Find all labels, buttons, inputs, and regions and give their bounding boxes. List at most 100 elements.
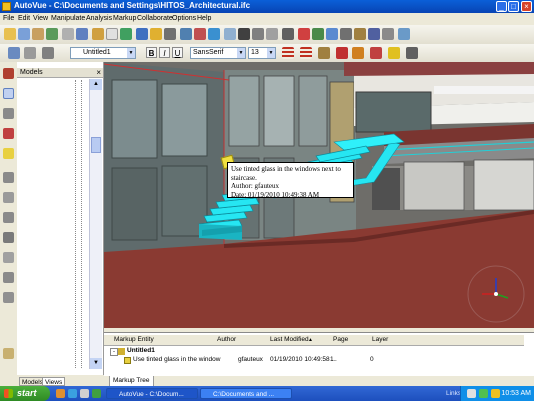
tray-icon[interactable]: [491, 389, 500, 398]
pan-icon[interactable]: [150, 28, 162, 40]
render-icon[interactable]: [312, 28, 324, 40]
rect-tool-icon[interactable]: [3, 172, 14, 183]
col-page[interactable]: Page: [333, 336, 348, 343]
stamp-icon[interactable]: [388, 47, 400, 59]
menu-help[interactable]: Help: [197, 15, 211, 22]
col-layer[interactable]: Layer: [372, 336, 388, 343]
italic-button[interactable]: I: [159, 47, 170, 58]
col-author[interactable]: Author: [217, 336, 236, 343]
zoom-icon[interactable]: [136, 28, 148, 40]
walk-icon[interactable]: [180, 28, 192, 40]
help-icon[interactable]: [398, 28, 410, 40]
line-style-icon[interactable]: [282, 47, 294, 59]
markup-file-dropdown[interactable]: Untitled1 ▼: [70, 47, 136, 59]
col-markup-entity[interactable]: Markup Entity: [114, 336, 154, 343]
ellipse-tool-icon[interactable]: [3, 192, 14, 203]
compare-icon[interactable]: [76, 28, 88, 40]
tray-icon[interactable]: [479, 389, 488, 398]
font-family-dropdown[interactable]: SansSerif ▼: [190, 47, 246, 59]
tray-icon[interactable]: [467, 389, 476, 398]
text-tool-icon[interactable]: [3, 252, 14, 263]
save-markup-icon[interactable]: [8, 47, 20, 59]
markup-icon[interactable]: [92, 28, 104, 40]
color-picker-icon[interactable]: [370, 47, 382, 59]
view-icon[interactable]: [208, 28, 220, 40]
settings-icon[interactable]: [382, 28, 394, 40]
dimension-tool-icon[interactable]: [3, 272, 14, 283]
underline-button[interactable]: U: [172, 47, 183, 58]
close-icon[interactable]: ×: [96, 68, 101, 78]
move-icon[interactable]: [282, 28, 294, 40]
hide-icon[interactable]: [252, 28, 264, 40]
markup-group-label[interactable]: Untitled1: [127, 347, 155, 354]
page-icon[interactable]: [106, 28, 118, 40]
quicklaunch-icon[interactable]: [92, 389, 101, 398]
polyline-tool-icon[interactable]: [3, 212, 14, 223]
menu-manipulate[interactable]: Manipulate: [51, 15, 85, 22]
system-tray: 10:53 AM: [460, 386, 534, 401]
markup-pen-icon[interactable]: [3, 68, 14, 79]
select-icon[interactable]: [238, 28, 250, 40]
minimize-button[interactable]: _: [496, 1, 507, 12]
links-toolbar[interactable]: Links: [446, 386, 461, 401]
refresh-icon[interactable]: [46, 28, 58, 40]
col-last-modified[interactable]: Last Modified: [270, 336, 309, 343]
menu-analysis[interactable]: Analysis: [86, 15, 112, 22]
delete-markup-icon[interactable]: [24, 47, 36, 59]
3d-viewport[interactable]: Use tinted glass in the windows next to …: [104, 62, 534, 328]
camera-icon[interactable]: [326, 28, 338, 40]
note-tool-icon[interactable]: [3, 148, 14, 159]
menu-edit[interactable]: Edit: [18, 15, 30, 22]
light-icon[interactable]: [340, 28, 352, 40]
pen-icon[interactable]: [336, 47, 348, 59]
cloud-tool-icon[interactable]: [3, 232, 14, 243]
close-button[interactable]: ×: [521, 1, 532, 12]
axes-icon[interactable]: [368, 28, 380, 40]
rotate-icon[interactable]: [120, 28, 132, 40]
menu-options[interactable]: Options: [172, 15, 196, 22]
menu-file[interactable]: File: [3, 15, 14, 22]
models-scrollbar[interactable]: ▲ ▼: [89, 79, 102, 369]
collapse-icon[interactable]: -: [110, 348, 118, 356]
markup-note-tooltip: Use tinted glass in the windows next to …: [227, 162, 354, 199]
line-tool-icon[interactable]: [3, 108, 14, 119]
menu-markup[interactable]: Markup: [113, 15, 136, 22]
fill-icon[interactable]: [318, 47, 330, 59]
note-date: Date: 01/19/2010 10:49:38 AM: [231, 190, 320, 199]
task-explorer[interactable]: C:\Documents and ...: [200, 388, 292, 399]
print-icon[interactable]: [32, 28, 44, 40]
explode-icon[interactable]: [266, 28, 278, 40]
bold-button[interactable]: B: [146, 47, 157, 58]
stamp-tool-icon[interactable]: [3, 292, 14, 303]
open-icon[interactable]: [4, 28, 16, 40]
task-autovue[interactable]: AutoVue - C:\Docum...: [106, 388, 198, 399]
arrow-tool-icon[interactable]: [3, 128, 14, 139]
highlight-icon[interactable]: [352, 47, 364, 59]
line-width-icon[interactable]: [300, 47, 312, 59]
measure-icon[interactable]: [194, 28, 206, 40]
scroll-up-icon[interactable]: ▲: [90, 79, 102, 90]
save-icon[interactable]: [18, 28, 30, 40]
quicklaunch-icon[interactable]: [68, 389, 77, 398]
menu-collaborate[interactable]: Collaborate: [137, 15, 173, 22]
windows-logo-icon: [4, 389, 13, 398]
section-icon[interactable]: [224, 28, 236, 40]
quicklaunch-icon[interactable]: [56, 389, 65, 398]
fit-icon[interactable]: [164, 28, 176, 40]
maximize-button[interactable]: □: [508, 1, 519, 12]
filter-icon[interactable]: [42, 47, 54, 59]
quicklaunch-icon[interactable]: [80, 389, 89, 398]
start-button[interactable]: start: [0, 386, 50, 401]
properties-icon[interactable]: [62, 28, 74, 40]
menu-view[interactable]: View: [33, 15, 48, 22]
scroll-thumb[interactable]: [91, 137, 101, 153]
tab-views[interactable]: Views: [42, 377, 66, 386]
color-icon[interactable]: [298, 28, 310, 40]
tool-options-icon[interactable]: [406, 47, 418, 59]
tools-icon[interactable]: [354, 28, 366, 40]
scroll-down-icon[interactable]: ▼: [90, 358, 102, 369]
pointer-icon[interactable]: [3, 88, 14, 99]
attach-tool-icon[interactable]: [3, 348, 14, 359]
note-text: Use tinted glass in the windows next to …: [231, 165, 341, 182]
font-size-dropdown[interactable]: 13 ▼: [248, 47, 276, 59]
